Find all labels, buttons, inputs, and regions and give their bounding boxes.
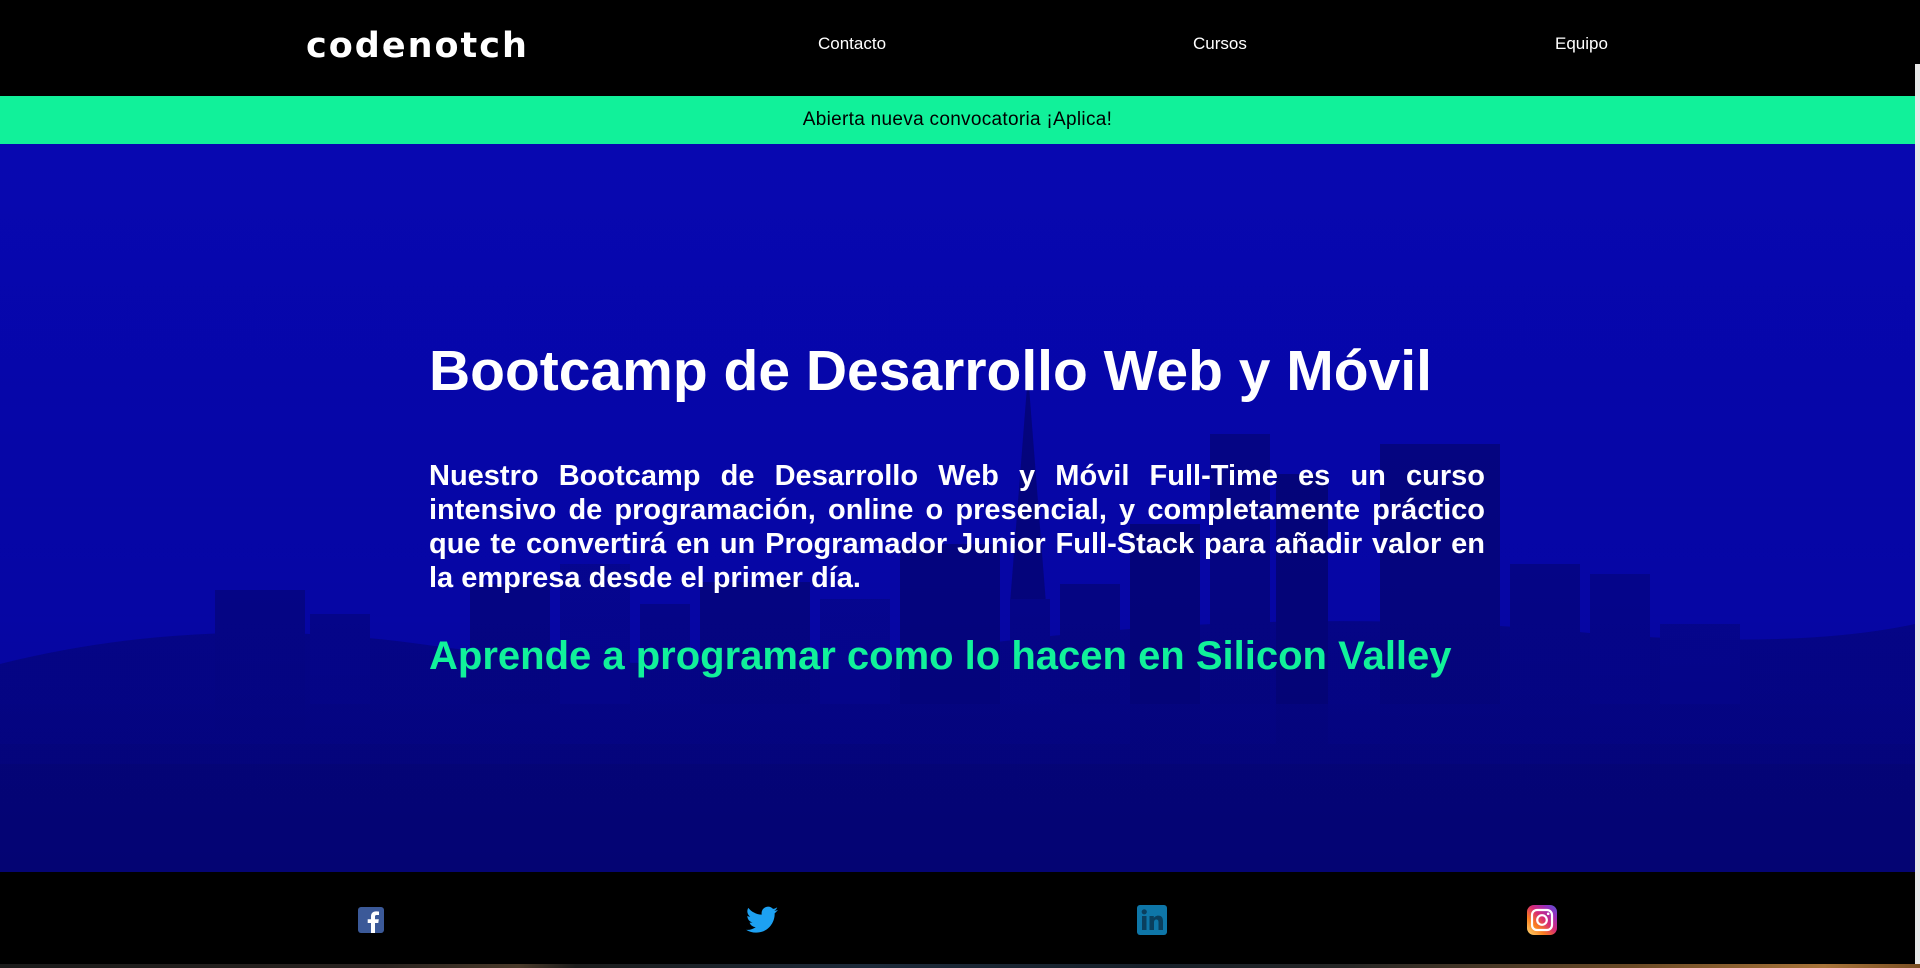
bottom-image-strip — [0, 964, 1920, 968]
facebook-icon[interactable] — [355, 904, 387, 936]
logo-text: codenotch — [306, 26, 529, 66]
site-header: codenotch Contacto Cursos Equipo — [0, 0, 1915, 96]
hero-tagline: Aprende a programar como lo hacen en Sil… — [429, 634, 1452, 678]
banner-text: Abierta nueva convocatoria ¡Aplica! — [802, 109, 1113, 130]
nav-link-equipo[interactable]: Equipo — [1555, 34, 1608, 54]
hero-section: Bootcamp de Desarrollo Web y Móvil Nuest… — [0, 144, 1915, 872]
announcement-banner[interactable]: Abierta nueva convocatoria ¡Aplica! — [0, 96, 1915, 144]
hero-content: Bootcamp de Desarrollo Web y Móvil Nuest… — [429, 338, 1485, 679]
site-footer — [0, 872, 1915, 966]
nav-link-contacto[interactable]: Contacto — [818, 34, 886, 54]
codenotch-logo[interactable]: codenotch — [306, 24, 529, 68]
page: codenotch Contacto Cursos Equipo Abierta… — [0, 0, 1920, 968]
hero-title: Bootcamp de Desarrollo Web y Móvil — [429, 339, 1432, 403]
nav-link-cursos[interactable]: Cursos — [1193, 34, 1247, 54]
instagram-icon[interactable] — [1526, 904, 1558, 936]
twitter-icon[interactable] — [746, 904, 778, 936]
page-scrollbar[interactable] — [1915, 64, 1920, 964]
hero-description: Nuestro Bootcamp de Desarrollo Web y Móv… — [429, 460, 1485, 594]
linkedin-icon[interactable] — [1136, 904, 1168, 936]
